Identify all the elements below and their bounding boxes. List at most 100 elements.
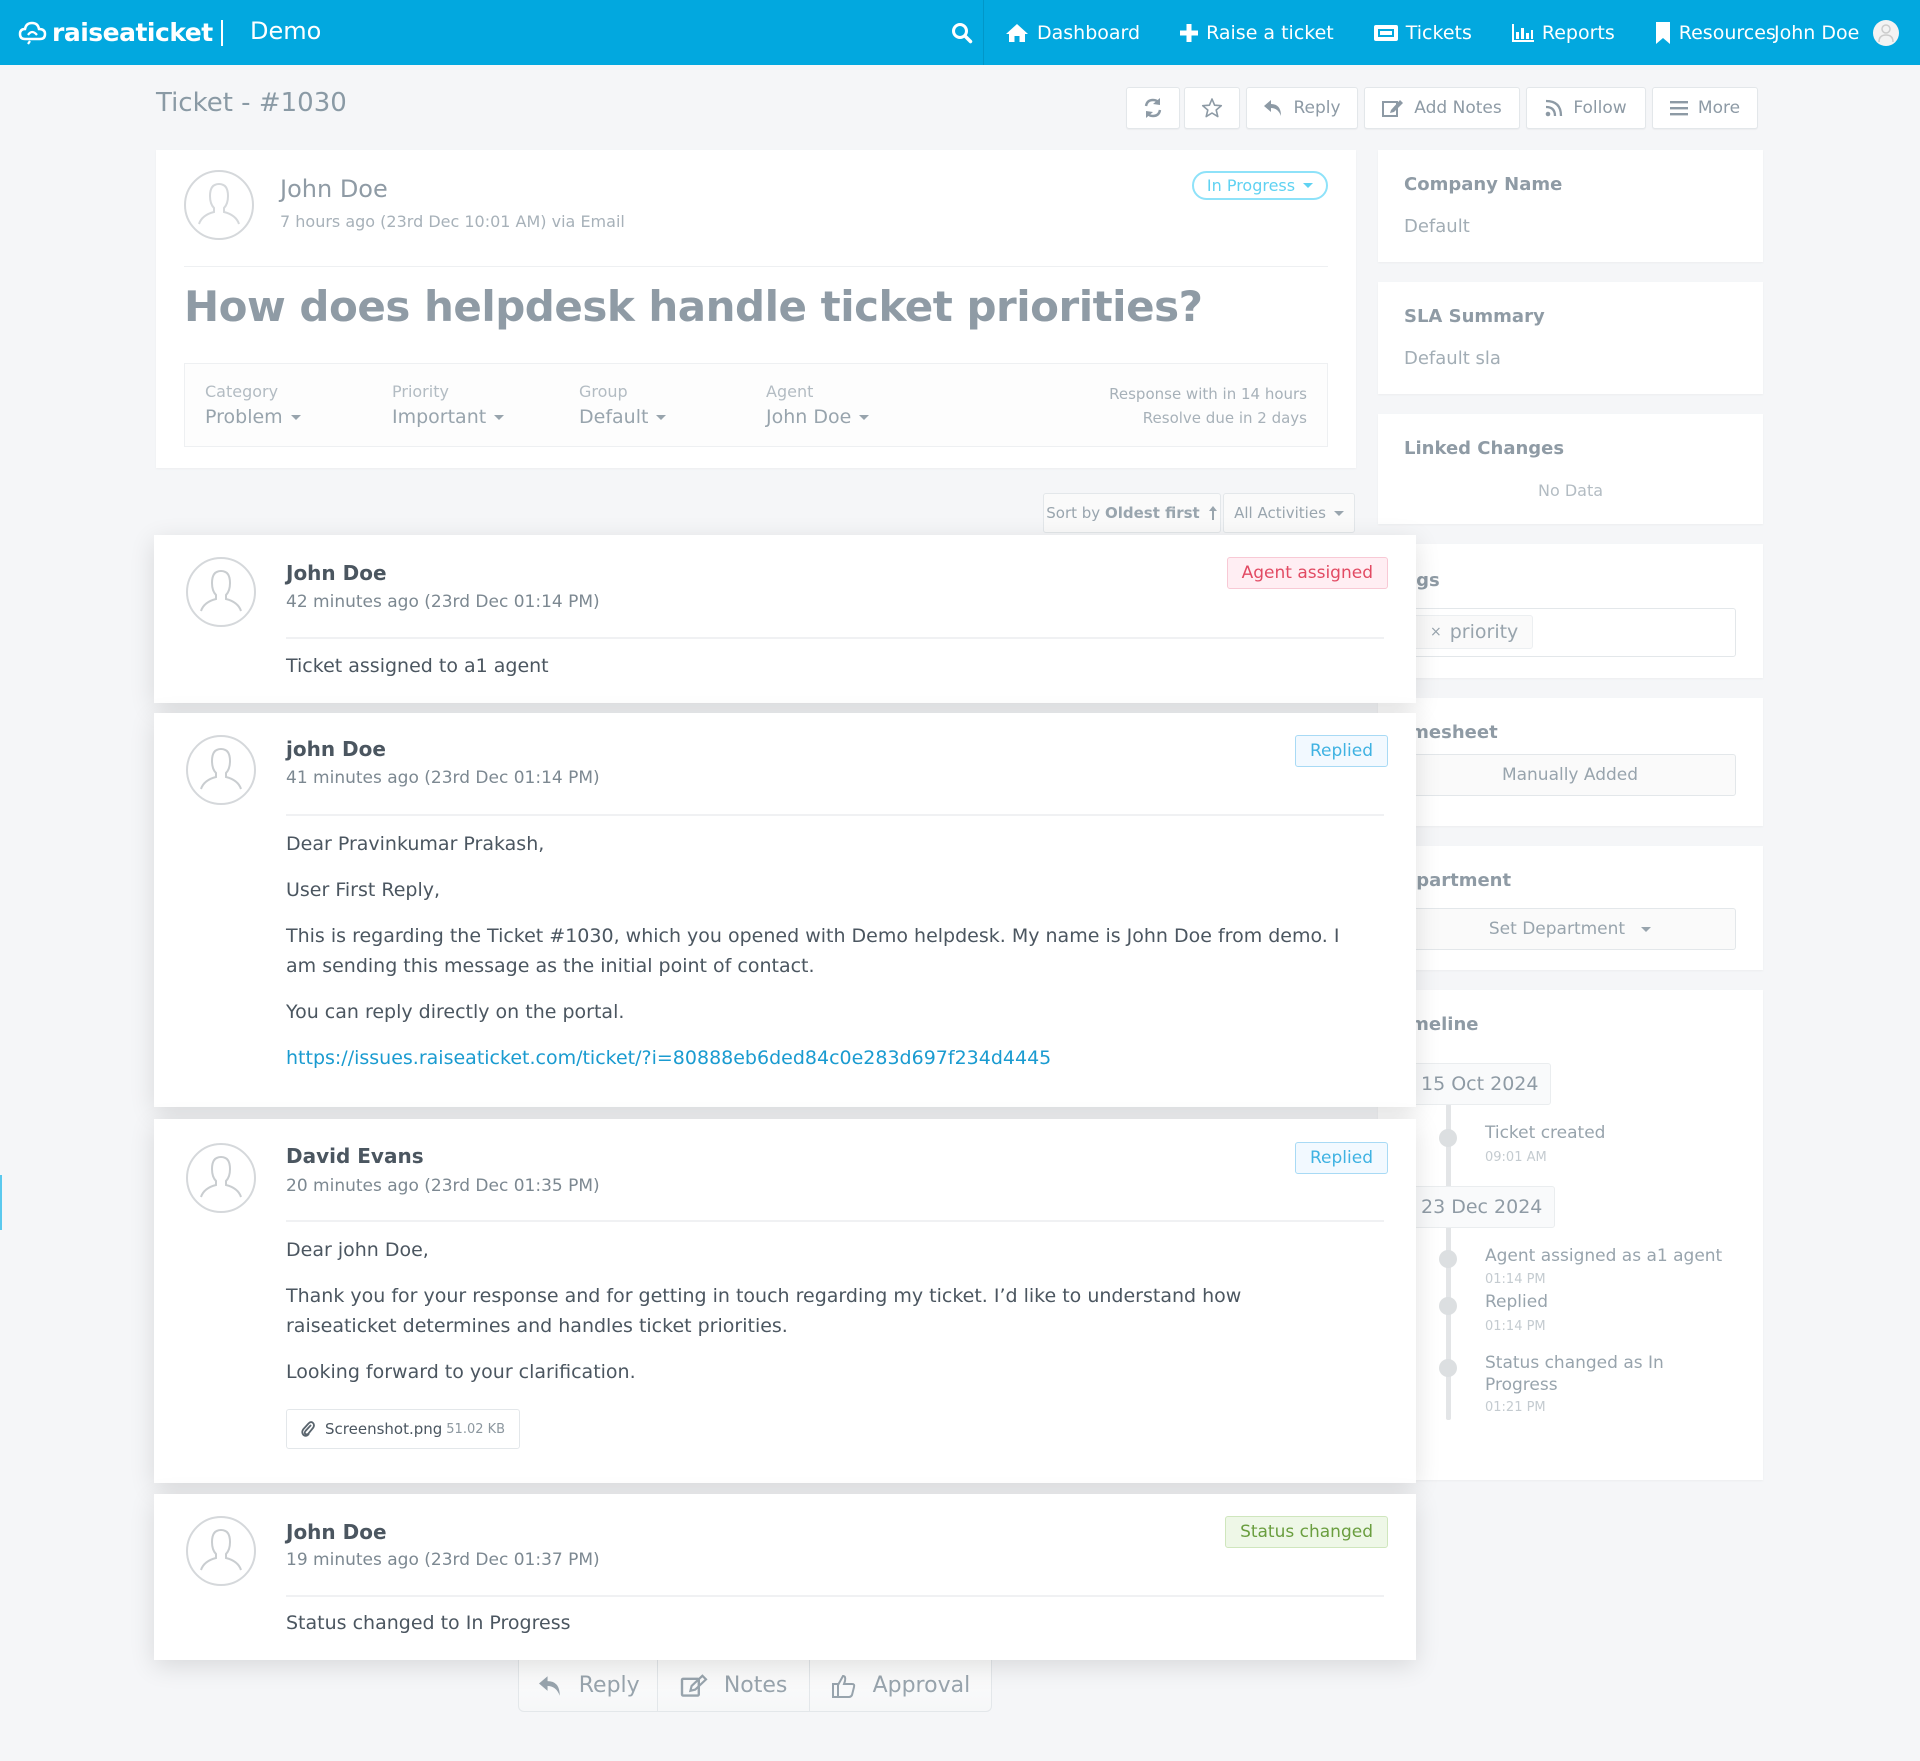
priority-dropdown[interactable]: Important bbox=[392, 406, 505, 428]
remove-tag-icon[interactable]: × bbox=[1430, 624, 1442, 640]
timeline-event: Ticket created bbox=[1485, 1123, 1606, 1143]
department-dropdown[interactable]: Set Department bbox=[1404, 908, 1736, 950]
nav-tickets[interactable]: Tickets bbox=[1373, 22, 1472, 44]
priority-value: Important bbox=[392, 406, 487, 428]
sort-prefix: Sort by bbox=[1046, 504, 1101, 522]
sort-order-button[interactable]: Sort by Oldest first bbox=[1043, 493, 1221, 533]
ticket-subject: How does helpdesk handle ticket prioriti… bbox=[184, 282, 1203, 331]
timeline-dot bbox=[1439, 1129, 1457, 1147]
company-title: Company Name bbox=[1404, 174, 1563, 195]
plus-icon bbox=[1180, 23, 1199, 42]
refresh-icon bbox=[1144, 98, 1162, 118]
ticket-portal-link[interactable]: https://issues.raiseaticket.com/ticket/?… bbox=[286, 1047, 1051, 1069]
department-card: epartment Set Department bbox=[1378, 846, 1763, 970]
activity-time: 41 minutes ago (23rd Dec 01:14 PM) bbox=[286, 768, 600, 788]
caret-down-icon bbox=[656, 414, 667, 420]
attachment[interactable]: Screenshot.png 51.02 KB bbox=[286, 1409, 521, 1449]
activity-text: Dear Pravinkumar Prakash, bbox=[286, 833, 545, 855]
reply-button[interactable]: Reply bbox=[1246, 87, 1358, 129]
caret-down-icon bbox=[290, 414, 301, 420]
nav-raise-ticket[interactable]: Raise a ticket bbox=[1180, 22, 1334, 44]
divider bbox=[286, 1595, 1384, 1597]
reply-actions-bar: Reply Notes Approval bbox=[518, 1660, 992, 1712]
activity-filter-dropdown[interactable]: All Activities bbox=[1223, 493, 1355, 533]
nav-resources[interactable]: Resources bbox=[1655, 21, 1776, 44]
priority-label: Priority bbox=[392, 382, 449, 401]
paperclip-icon bbox=[301, 1421, 315, 1437]
user-menu[interactable]: John Doe bbox=[1774, 0, 1900, 65]
activity-text: Status changed to In Progress bbox=[286, 1612, 571, 1634]
author-avatar bbox=[186, 735, 256, 805]
cloud-logo-icon bbox=[18, 21, 47, 45]
timeline-dot bbox=[1439, 1250, 1457, 1268]
divider bbox=[286, 1220, 1384, 1222]
category-dropdown[interactable]: Problem bbox=[205, 406, 301, 428]
reply-icon bbox=[538, 1675, 560, 1696]
refresh-button[interactable] bbox=[1126, 87, 1180, 129]
divider bbox=[286, 814, 1384, 816]
home-icon bbox=[1006, 23, 1028, 42]
bookmark-icon bbox=[1655, 21, 1670, 44]
activity-time: 20 minutes ago (23rd Dec 01:35 PM) bbox=[286, 1176, 600, 1196]
more-button[interactable]: More bbox=[1652, 87, 1758, 129]
group-dropdown[interactable]: Default bbox=[579, 406, 667, 428]
category-field: Category Problem bbox=[205, 382, 301, 428]
search-icon bbox=[951, 22, 972, 43]
edit-icon bbox=[680, 1673, 708, 1697]
brand-separator bbox=[221, 20, 223, 46]
timeline-event-time: 09:01 AM bbox=[1485, 1150, 1547, 1165]
left-edge-indicator bbox=[0, 1175, 2, 1230]
caret-down-icon bbox=[859, 414, 870, 420]
nav-reports[interactable]: Reports bbox=[1511, 22, 1615, 44]
ticket-properties: Category Problem Priority Important Grou… bbox=[184, 363, 1328, 447]
timesheet-title: imesheet bbox=[1404, 722, 1498, 743]
arrow-up-icon bbox=[1208, 506, 1217, 520]
timesheet-card: imesheet Manually Added bbox=[1378, 698, 1763, 826]
timeline-event-time: 01:14 PM bbox=[1485, 1272, 1546, 1287]
status-dropdown[interactable]: In Progress bbox=[1192, 171, 1328, 200]
activity-text: Ticket assigned to a1 agent bbox=[286, 655, 549, 677]
linked-changes-card: Linked Changes No Data bbox=[1378, 414, 1763, 524]
bottom-notes-button[interactable]: Notes bbox=[658, 1660, 810, 1711]
activity-text: User First Reply, bbox=[286, 879, 441, 901]
follow-button[interactable]: Follow bbox=[1526, 87, 1646, 129]
manually-added-button[interactable]: Manually Added bbox=[1404, 754, 1736, 796]
activity-body: Dear john Doe, Thank you for your respon… bbox=[286, 1235, 1346, 1403]
add-notes-button[interactable]: Add Notes bbox=[1364, 87, 1520, 129]
star-button[interactable] bbox=[1184, 87, 1240, 129]
bottom-reply-button[interactable]: Reply bbox=[519, 1660, 659, 1711]
reply-label: Reply bbox=[1293, 98, 1341, 118]
nav-raise-ticket-label: Raise a ticket bbox=[1206, 21, 1334, 44]
brand-logo[interactable]: raiseaticket bbox=[18, 14, 213, 50]
sort-value: Oldest first bbox=[1104, 504, 1200, 522]
agent-label: Agent bbox=[766, 382, 814, 401]
timeline-event-time: 01:14 PM bbox=[1485, 1319, 1546, 1334]
priority-field: Priority Important bbox=[392, 382, 505, 428]
nav-resources-label: Resources bbox=[1678, 21, 1776, 44]
divider bbox=[286, 637, 1384, 639]
workspace-name: Demo bbox=[250, 17, 322, 45]
user-silhouette-icon bbox=[200, 1155, 242, 1198]
activity-item: John Doe 42 minutes ago (23rd Dec 01:14 … bbox=[154, 535, 1416, 703]
activity-author: John Doe bbox=[286, 561, 387, 585]
menu-icon bbox=[1669, 101, 1688, 116]
more-label: More bbox=[1697, 98, 1741, 118]
nav-dashboard[interactable]: Dashboard bbox=[1005, 22, 1140, 44]
timeline-event: Replied bbox=[1485, 1292, 1548, 1312]
agent-dropdown[interactable]: John Doe bbox=[766, 406, 870, 428]
status-value: In Progress bbox=[1206, 176, 1296, 195]
top-navbar: raiseaticket Demo Dashboard Raise a tick… bbox=[0, 0, 1920, 65]
caret-down-icon bbox=[1641, 926, 1652, 932]
sla-summary-title: SLA Summary bbox=[1404, 306, 1545, 327]
activity-text: This is regarding the Ticket #1030, whic… bbox=[286, 925, 1340, 977]
activity-item: David Evans 20 minutes ago (23rd Dec 01:… bbox=[154, 1119, 1416, 1483]
activity-body: Ticket assigned to a1 agent bbox=[286, 651, 1346, 697]
tags-input[interactable]: × priority bbox=[1404, 608, 1736, 657]
ticket-created-time: 7 hours ago (23rd Dec 10:01 AM) via Emai… bbox=[280, 212, 625, 231]
linked-changes-title: Linked Changes bbox=[1404, 438, 1565, 459]
agent-value: John Doe bbox=[766, 406, 852, 428]
user-silhouette-icon bbox=[200, 747, 242, 790]
bottom-approval-button[interactable]: Approval bbox=[810, 1660, 991, 1711]
bottom-notes-label: Notes bbox=[723, 1673, 788, 1698]
search-button[interactable] bbox=[940, 0, 984, 65]
